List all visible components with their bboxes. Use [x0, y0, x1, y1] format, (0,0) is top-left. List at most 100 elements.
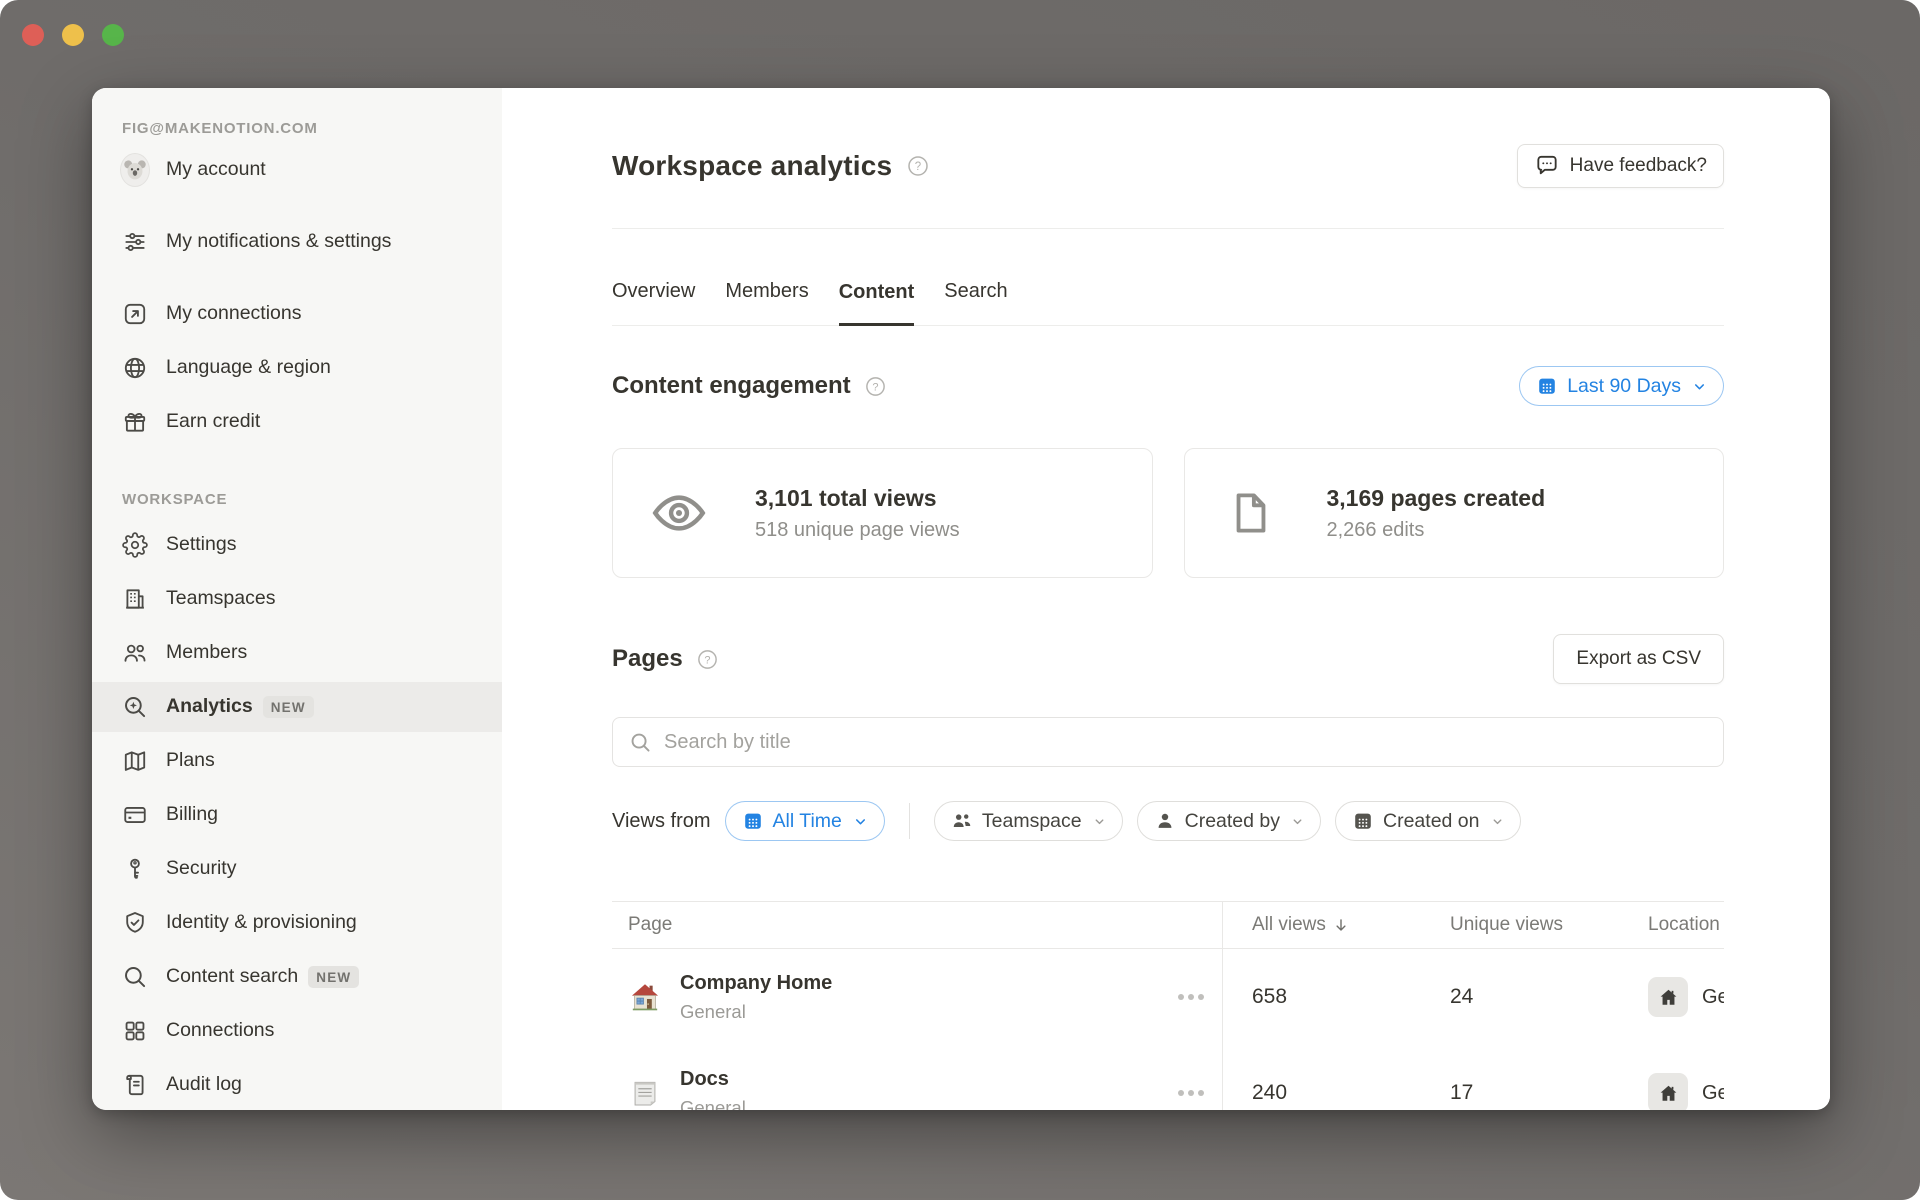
svg-text:?: ?: [704, 654, 710, 666]
sidebar-item-teamspaces[interactable]: Teamspaces: [92, 574, 502, 624]
scroll-icon: [120, 1072, 150, 1098]
unique-views-value: 518 unique page views: [755, 519, 960, 542]
pages-table-clip: Page All views Unique views Location: [612, 901, 1724, 1110]
tab-members[interactable]: Members: [725, 280, 808, 325]
column-divider: [1222, 901, 1223, 1110]
globe-icon: [120, 355, 150, 381]
page-row-title: Company Home: [680, 972, 832, 995]
magnifier-icon: [120, 964, 150, 990]
help-icon[interactable]: ?: [696, 648, 719, 671]
sidebar-item-label: My notifications & settings: [166, 229, 391, 254]
shield-check-icon: [120, 910, 150, 936]
created-by-filter-label: Created by: [1185, 810, 1280, 833]
sidebar-item-content-search[interactable]: Content search NEW: [92, 952, 502, 1002]
page-icon: [1223, 487, 1279, 539]
sidebar-item-my-connections[interactable]: My connections: [92, 289, 502, 339]
sidebar-item-connections[interactable]: Connections: [92, 1006, 502, 1056]
created-on-filter-label: Created on: [1383, 810, 1479, 833]
export-csv-button[interactable]: Export as CSV: [1553, 634, 1724, 684]
sidebar-item-analytics[interactable]: Analytics NEW: [92, 682, 502, 732]
magnifier-sparkle-icon: [120, 694, 150, 720]
teamspace-filter-dropdown[interactable]: Teamspace: [934, 801, 1123, 841]
page-row-title: Docs: [680, 1068, 746, 1091]
date-range-dropdown[interactable]: Last 90 Days: [1519, 366, 1724, 406]
sidebar-item-notifications-settings[interactable]: My notifications & settings: [92, 199, 502, 285]
search-icon: [629, 731, 652, 754]
tab-overview[interactable]: Overview: [612, 280, 695, 325]
gear-icon: [120, 532, 150, 558]
have-feedback-button[interactable]: Have feedback?: [1517, 144, 1724, 188]
filter-divider: [909, 803, 910, 839]
sidebar-item-label: Connections: [166, 1018, 274, 1043]
sidebar-item-security[interactable]: Security: [92, 844, 502, 894]
window-controls: [22, 24, 124, 46]
column-header-location[interactable]: Location: [1640, 914, 1724, 936]
row-menu-button[interactable]: [1172, 988, 1210, 1006]
sidebar-item-label: Earn credit: [166, 409, 260, 434]
page-title: Workspace analytics: [612, 150, 892, 182]
chevron-down-icon: [1491, 815, 1504, 828]
column-header-page[interactable]: Page: [612, 914, 1222, 936]
svg-text:?: ?: [915, 161, 921, 173]
sidebar-item-my-account[interactable]: My account: [92, 145, 502, 195]
calendar-icon: [1536, 375, 1558, 397]
column-header-label: All views: [1252, 914, 1326, 936]
tab-content[interactable]: Content: [839, 281, 915, 326]
sidebar-item-members[interactable]: Members: [92, 628, 502, 678]
teamspace-house-icon: [1648, 977, 1688, 1017]
table-row[interactable]: Docs General 240 17 General: [612, 1045, 1724, 1110]
tab-search[interactable]: Search: [944, 280, 1007, 325]
gift-icon: [120, 409, 150, 435]
help-icon[interactable]: ?: [906, 154, 930, 178]
sidebar-item-language-region[interactable]: Language & region: [92, 343, 502, 393]
location-label: General: [1702, 1082, 1724, 1105]
sidebar-item-billing[interactable]: Billing: [92, 790, 502, 840]
have-feedback-label: Have feedback?: [1570, 155, 1707, 177]
koala-avatar: [120, 153, 150, 187]
column-header-all-views[interactable]: All views: [1222, 914, 1422, 936]
eye-icon: [651, 485, 707, 541]
credit-card-icon: [120, 802, 150, 828]
created-by-filter-dropdown[interactable]: Created by: [1137, 801, 1321, 841]
help-icon[interactable]: ?: [864, 375, 887, 398]
search-box: [612, 717, 1724, 767]
sidebar-item-audit-log[interactable]: Audit log: [92, 1060, 502, 1110]
sidebar-item-label: Members: [166, 640, 247, 665]
teamspace-house-icon: [1648, 1073, 1688, 1110]
people-icon: [120, 640, 150, 666]
all-views-value: 658: [1222, 985, 1422, 1009]
created-on-filter-dropdown[interactable]: Created on: [1335, 801, 1520, 841]
teamspace-filter-label: Teamspace: [982, 810, 1082, 833]
row-menu-button[interactable]: [1172, 1084, 1210, 1102]
table-row[interactable]: Company Home General 658 24 General: [612, 949, 1724, 1045]
arrow-up-right-box-icon: [120, 301, 150, 327]
building-icon: [120, 586, 150, 612]
sidebar-item-label: My connections: [166, 301, 301, 326]
sidebar-item-plans[interactable]: Plans: [92, 736, 502, 786]
time-filter-dropdown[interactable]: All Time: [725, 801, 885, 841]
analytics-content: Workspace analytics ? Have feedback? Ove…: [502, 88, 1830, 1110]
unique-views-value: 24: [1422, 985, 1640, 1009]
sidebar-item-earn-credit[interactable]: Earn credit: [92, 397, 502, 447]
sidebar-item-label: Teamspaces: [166, 586, 275, 611]
map-icon: [120, 748, 150, 774]
chevron-down-icon: [853, 814, 868, 829]
chevron-down-icon: [1291, 815, 1304, 828]
all-views-value: 240: [1222, 1081, 1422, 1105]
sidebar-item-label: My account: [166, 157, 266, 182]
workspace-section-label: WORKSPACE: [122, 491, 502, 508]
column-header-unique-views[interactable]: Unique views: [1422, 914, 1640, 936]
pages-created-value: 3,169 pages created: [1327, 485, 1546, 512]
grid-icon: [120, 1018, 150, 1044]
minimize-button[interactable]: [62, 24, 84, 46]
views-from-label: Views from: [612, 810, 711, 833]
pages-table: Page All views Unique views Location: [612, 901, 1724, 1110]
close-button[interactable]: [22, 24, 44, 46]
zoom-button[interactable]: [102, 24, 124, 46]
search-input[interactable]: [664, 731, 1707, 754]
sidebar-item-label: Identity & provisioning: [166, 910, 357, 935]
total-views-card: 3,101 total views 518 unique page views: [612, 448, 1153, 578]
table-header-row: Page All views Unique views Location: [612, 901, 1724, 949]
sidebar-item-identity-provisioning[interactable]: Identity & provisioning: [92, 898, 502, 948]
sidebar-item-settings[interactable]: Settings: [92, 520, 502, 570]
